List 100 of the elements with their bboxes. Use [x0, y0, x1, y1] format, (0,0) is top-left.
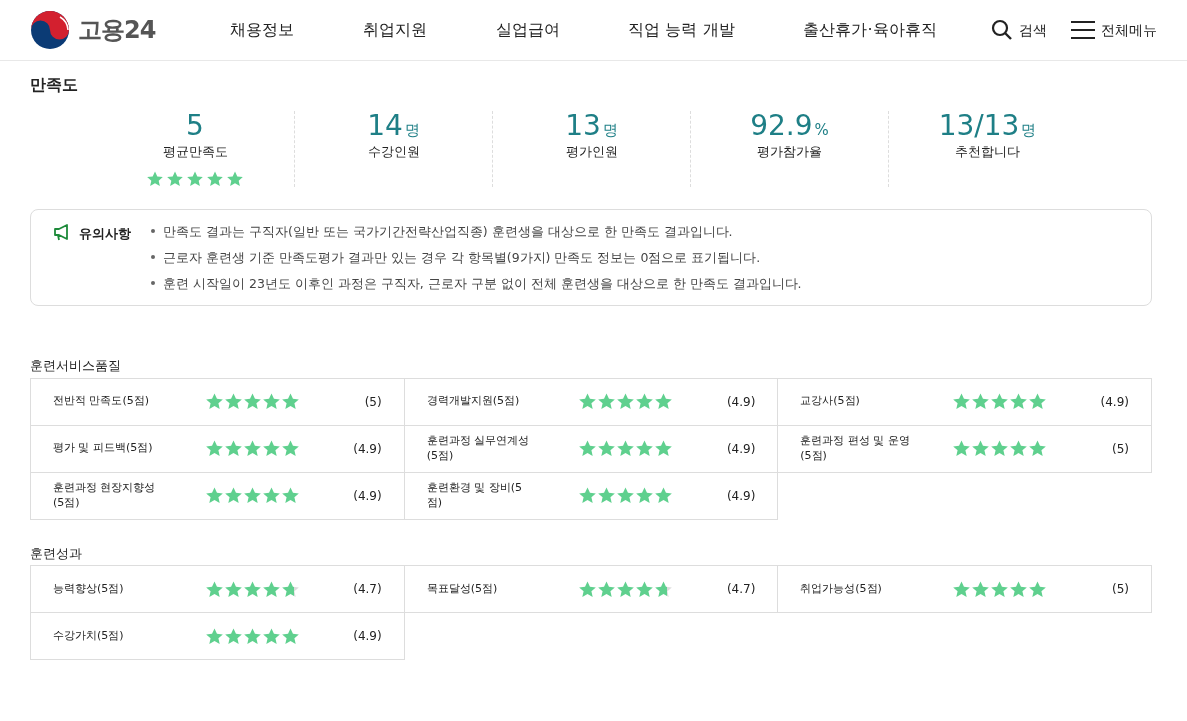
- star-icon: [991, 393, 1009, 411]
- star-icon: [1029, 440, 1047, 458]
- star-icon: [224, 627, 242, 645]
- star-icon: [953, 440, 971, 458]
- notice-text: 훈련 시작일이 23년도 이후인 과정은 구직자, 근로자 구분 없이 전체 훈련생을 대상으로 한 만족도 결과입니다.: [163, 276, 802, 292]
- star-icon: [1010, 440, 1028, 458]
- star-icon: [224, 393, 242, 411]
- star-icon: [243, 627, 261, 645]
- rating-label: 취업가능성(5점): [800, 581, 883, 597]
- star-icon: [207, 171, 223, 188]
- star-icon: [281, 627, 299, 645]
- nav-link[interactable]: 출산휴가·육아휴직: [803, 18, 937, 42]
- rating-label: 교강사(5점): [800, 394, 861, 410]
- star-icon: [972, 580, 990, 598]
- rating-label: 훈련과정 편성 및 운영(5점): [800, 433, 911, 464]
- star-icon: [243, 440, 261, 458]
- megaphone-icon: [53, 224, 71, 242]
- star-icon: [281, 487, 299, 505]
- star-icon: [205, 627, 223, 645]
- star-icon: [187, 171, 203, 188]
- star-icon: [167, 171, 183, 188]
- menu-button[interactable]: 전체메뉴: [1071, 19, 1157, 41]
- logo-text[interactable]: 고용24: [78, 12, 156, 48]
- stat-value: 14 명: [367, 111, 420, 142]
- section-title: 훈련서비스품질: [30, 357, 122, 376]
- star-icon: [281, 440, 299, 458]
- star-icon: [205, 487, 223, 505]
- search-button[interactable]: 검색: [991, 19, 1047, 41]
- logo-icon: [30, 10, 70, 50]
- star-icon: [243, 580, 261, 598]
- notice-text: 만족도 결과는 구직자(일반 또는 국가기간전략산업직종) 훈련생을 대상으로 한 만족도 결과입니다.: [163, 224, 733, 240]
- star-icon: [953, 393, 971, 411]
- rating-score: (4.9): [725, 487, 756, 505]
- star-icon: [598, 440, 616, 458]
- star-icon: [655, 580, 673, 598]
- star-icon: [953, 580, 971, 598]
- star-icon: [224, 580, 242, 598]
- star-icon: [262, 393, 280, 411]
- rating-label: 평가 및 피드백(5점): [53, 441, 154, 457]
- star-icon: [1029, 393, 1047, 411]
- star-icon: [579, 487, 597, 505]
- rating-score: (5): [1111, 440, 1129, 458]
- stat-label: 추천합니다: [955, 142, 1020, 161]
- bullet-icon: [151, 280, 155, 285]
- nav-link[interactable]: 채용정보: [229, 18, 294, 42]
- rating-score: (4.9): [352, 628, 382, 646]
- rating-label: 수강가치(5점): [53, 628, 125, 644]
- nav-link[interactable]: 실업급여: [495, 18, 560, 42]
- star-icon: [598, 580, 616, 598]
- nav-link[interactable]: 직업 능력 개발: [628, 18, 735, 42]
- star-icon: [262, 440, 280, 458]
- page-title: 만족도: [30, 74, 79, 96]
- rating-score: (4.9): [1099, 393, 1129, 411]
- stat-label: 평균만족도: [162, 142, 228, 161]
- rating-label: 훈련과정 실무연계성(5점): [426, 433, 531, 464]
- rating-label: 훈련환경 및 장비(5점): [426, 480, 523, 511]
- rating-score: (4.9): [725, 440, 756, 458]
- star-icon: [655, 393, 673, 411]
- star-icon: [636, 440, 654, 458]
- star-icon: [281, 393, 299, 411]
- star-icon: [205, 393, 223, 411]
- star-icon: [147, 171, 163, 188]
- nav-link[interactable]: 취업지원: [362, 18, 427, 42]
- search-icon: [991, 19, 1013, 41]
- star-icon: [243, 393, 261, 411]
- star-icon: [598, 393, 616, 411]
- stat-label: 평가참가율: [757, 142, 822, 161]
- star-icon: [205, 440, 223, 458]
- star-icon: [655, 440, 673, 458]
- star-icon: [617, 487, 635, 505]
- menu-icon: [1071, 21, 1095, 39]
- star-icon: [579, 393, 597, 411]
- rating-label: 목표달성(5점): [426, 581, 499, 597]
- star-icon: [227, 171, 243, 188]
- star-icon: [262, 627, 280, 645]
- stat-value: 92.9%: [750, 111, 829, 142]
- star-icon: [655, 487, 673, 505]
- notice-text: 근로자 훈련생 기준 만족도평가 결과만 있는 경우 각 항목별(9가지) 만족도 정보는 0점으로 표기됩니다.: [163, 250, 761, 266]
- star-icon: [262, 487, 280, 505]
- rating-label: 능력향상(5점): [53, 581, 125, 597]
- stat-value: 13/13 명: [938, 111, 1037, 142]
- stat-value: 5: [186, 111, 204, 142]
- star-icon: [991, 440, 1009, 458]
- star-icon: [972, 440, 990, 458]
- star-icon: [579, 580, 597, 598]
- notice-title: 유의사항: [79, 225, 131, 244]
- star-icon: [991, 580, 1009, 598]
- star-icon: [1029, 580, 1047, 598]
- rating-score: (4.7): [352, 581, 382, 599]
- rating-label: 경력개발지원(5점): [426, 394, 521, 410]
- star-icon: [1010, 580, 1028, 598]
- star-icon: [617, 580, 635, 598]
- star-icon: [281, 580, 299, 598]
- star-icon: [579, 440, 597, 458]
- stat-label: 평가인원: [565, 142, 618, 161]
- star-icon: [617, 393, 635, 411]
- star-icon: [205, 580, 223, 598]
- star-icon: [636, 487, 654, 505]
- star-icon: [617, 440, 635, 458]
- stat-value: 13 명: [565, 111, 618, 142]
